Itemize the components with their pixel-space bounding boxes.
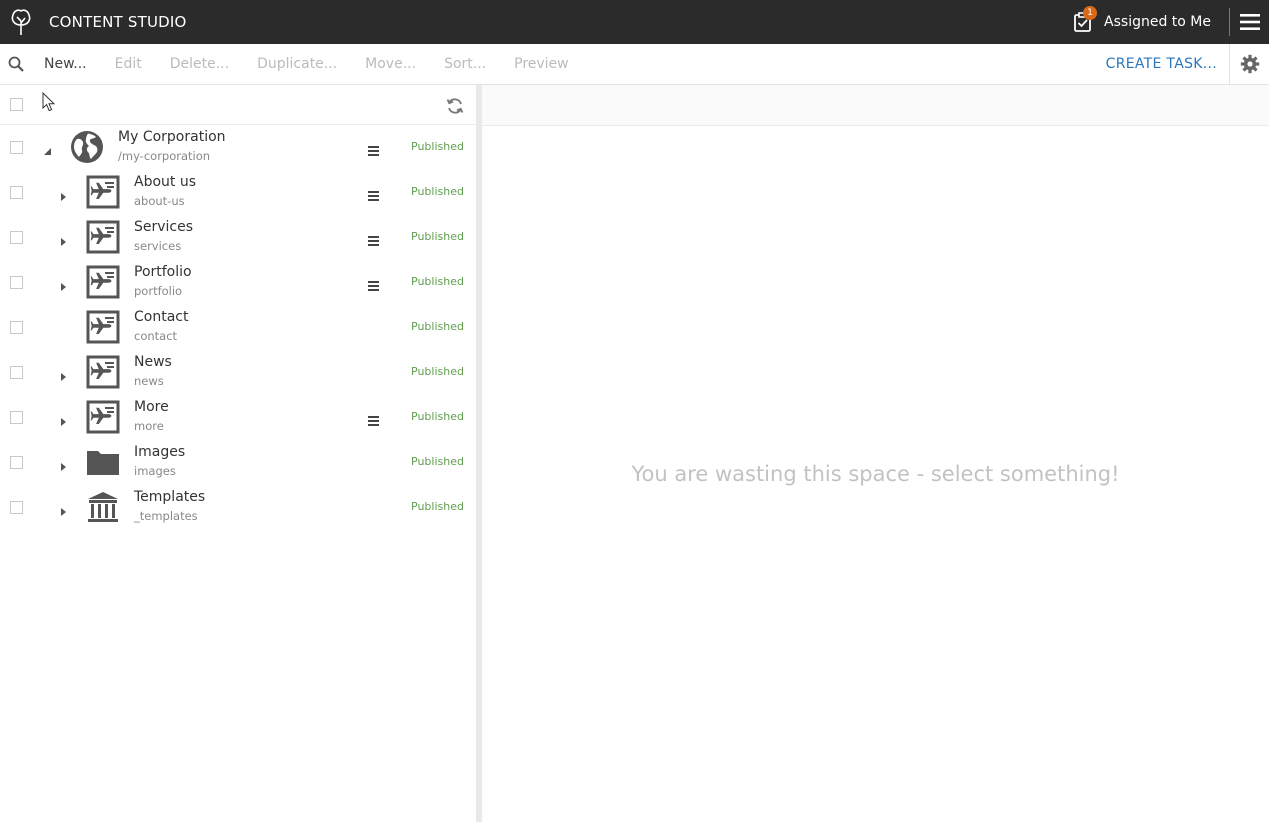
page-icon [86, 310, 120, 344]
row-name: Templates [134, 489, 206, 505]
duplicate-button[interactable]: Duplicate... [257, 56, 337, 72]
row-path: news [134, 374, 164, 388]
content-tree-panel: My Corporation/my-corporation Published Ab… [0, 85, 476, 822]
detail-panel: You are wasting this space - select some… [482, 85, 1269, 822]
status-badge: Published [411, 500, 464, 513]
globe-icon [70, 130, 104, 164]
refresh-icon[interactable] [445, 96, 465, 116]
row-path: more [134, 419, 164, 433]
new-button[interactable]: New... [44, 56, 87, 72]
row-checkbox[interactable] [10, 276, 23, 289]
move-button[interactable]: Move... [365, 56, 416, 72]
tree-header [0, 85, 476, 125]
status-badge: Published [411, 365, 464, 378]
tree-row[interactable]: Services services Published [0, 215, 476, 260]
row-checkbox[interactable] [10, 411, 23, 424]
expand-arrow-icon[interactable] [59, 457, 69, 471]
page-icon [86, 265, 120, 299]
page-icon [86, 175, 120, 209]
row-name: Services [134, 219, 194, 235]
list-menu-icon[interactable] [368, 276, 380, 291]
templates-icon [86, 490, 120, 524]
row-name: Contact [134, 309, 189, 325]
preview-button[interactable]: Preview [514, 56, 569, 72]
row-path: services [134, 239, 182, 253]
page-icon [86, 400, 120, 434]
row-path: images [134, 464, 176, 478]
tree-row[interactable]: Contact contact Published [0, 305, 476, 350]
tree-row[interactable]: Portfolio portfolio Published [0, 260, 476, 305]
row-path: portfolio [134, 284, 183, 298]
detail-header [482, 85, 1269, 126]
tree-row[interactable]: About us about-us Published [0, 170, 476, 215]
expand-arrow-icon[interactable] [59, 187, 69, 201]
select-all-checkbox[interactable] [10, 98, 23, 111]
tasks-icon: 1 [1073, 6, 1098, 33]
row-checkbox[interactable] [10, 456, 23, 469]
row-name: More [134, 399, 169, 415]
row-name: News [134, 354, 172, 370]
menu-icon[interactable] [1230, 0, 1269, 44]
row-checkbox[interactable] [10, 366, 23, 379]
page-icon [86, 220, 120, 254]
row-name: My Corporation [118, 129, 226, 145]
row-checkbox[interactable] [10, 321, 23, 334]
status-badge: Published [411, 185, 464, 198]
status-badge: Published [411, 230, 464, 243]
empty-selection-message: You are wasting this space - select some… [631, 462, 1120, 486]
expand-arrow-icon[interactable] [59, 412, 69, 426]
folder-icon [86, 445, 120, 479]
app-title: CONTENT STUDIO [49, 13, 187, 31]
row-checkbox[interactable] [10, 141, 23, 154]
edit-button[interactable]: Edit [115, 56, 142, 72]
tree-row[interactable]: News news Published [0, 350, 476, 395]
page-icon [86, 355, 120, 389]
assigned-to-me-label: Assigned to Me [1104, 14, 1211, 30]
delete-button[interactable]: Delete... [170, 56, 229, 72]
row-path: _templates [134, 509, 198, 523]
content-toolbar: New... Edit Delete... Duplicate... Move.… [0, 43, 1269, 85]
row-name: Images [134, 444, 186, 460]
tree-row[interactable]: Templates _templates Published [0, 485, 476, 530]
tree-row[interactable]: More more Published [0, 395, 476, 440]
list-menu-icon[interactable] [368, 411, 380, 426]
list-menu-icon[interactable] [368, 141, 380, 156]
expand-arrow-icon[interactable] [59, 502, 69, 516]
app-header: CONTENT STUDIO 1 Assigned to Me [0, 0, 1269, 44]
list-menu-icon[interactable] [368, 231, 380, 246]
row-path: contact [134, 329, 178, 343]
row-checkbox[interactable] [10, 231, 23, 244]
tree-row[interactable]: My Corporation/my-corporation Published [0, 125, 476, 170]
row-path: about-us [134, 194, 185, 208]
gear-icon[interactable] [1229, 43, 1269, 85]
row-checkbox[interactable] [10, 501, 23, 514]
collapse-arrow-icon[interactable] [43, 142, 53, 155]
status-badge: Published [411, 275, 464, 288]
expand-arrow-icon[interactable] [59, 367, 69, 381]
expand-arrow-icon[interactable] [59, 277, 69, 291]
list-menu-icon[interactable] [368, 186, 380, 201]
mouse-cursor-icon [42, 91, 56, 112]
tree-logo-icon[interactable] [8, 7, 34, 37]
status-badge: Published [411, 140, 464, 153]
expand-arrow-icon[interactable] [59, 232, 69, 246]
status-badge: Published [411, 455, 464, 468]
row-checkbox[interactable] [10, 186, 23, 199]
search-icon[interactable] [0, 44, 32, 85]
create-task-button[interactable]: CREATE TASK... [1106, 56, 1217, 72]
row-name: About us [134, 174, 197, 190]
status-badge: Published [411, 320, 464, 333]
status-badge: Published [411, 410, 464, 423]
tree-row[interactable]: Images images Published [0, 440, 476, 485]
assigned-to-me-button[interactable]: 1 Assigned to Me [1073, 6, 1229, 33]
row-name: Portfolio [134, 264, 192, 280]
row-path: /my-corporation [118, 149, 211, 163]
tasks-count-badge: 1 [1083, 6, 1098, 20]
sort-button[interactable]: Sort... [444, 56, 486, 72]
